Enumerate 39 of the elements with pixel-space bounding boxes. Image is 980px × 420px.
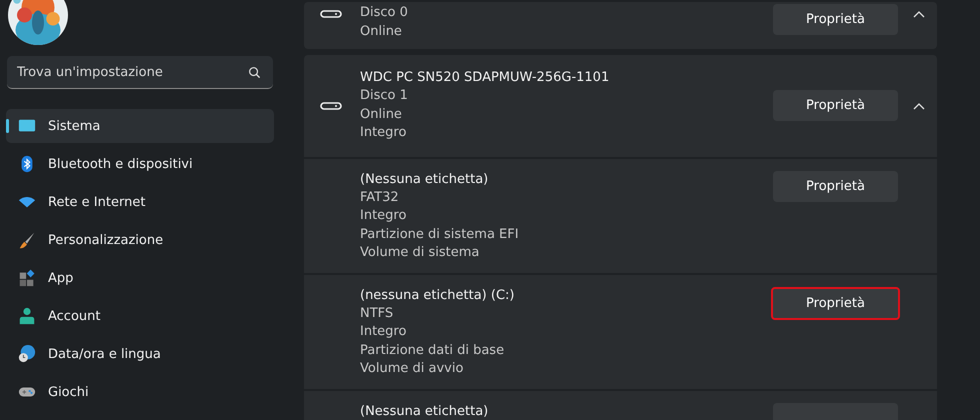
partition-info: Integro <box>360 207 408 225</box>
partition-title: (Nessuna etichetta) <box>360 402 490 420</box>
properties-button[interactable]: Proprietà <box>771 286 900 320</box>
partition-info: FAT32 <box>360 188 400 206</box>
sidebar-item[interactable]: Sistema <box>6 109 274 143</box>
partition-info: Volume di avvio <box>360 360 464 378</box>
disk-info: Online <box>360 22 403 40</box>
sidebar-item[interactable]: Personalizzazione <box>6 223 274 257</box>
sidebar-item[interactable]: Data/ora e lingua <box>6 337 274 371</box>
apps-icon <box>18 269 36 287</box>
drive-icon <box>320 100 342 111</box>
partition-info: Partizione dati di base <box>360 342 506 360</box>
sidebar-item[interactable]: Giochi <box>6 375 274 409</box>
sidebar-item[interactable]: Rete e Internet <box>6 185 274 219</box>
disk-title: WDC PC SN520 SDAPMUW-256G-1101 <box>360 69 610 87</box>
sidebar-item[interactable]: App <box>6 261 274 295</box>
chevron-icon[interactable] <box>913 10 925 18</box>
properties-button[interactable]: Proprietà <box>773 90 898 122</box>
person-icon <box>18 307 36 325</box>
partition-title: (Nessuna etichetta) <box>360 170 490 188</box>
search-field[interactable]: Trova un'impostazione <box>7 56 273 89</box>
partition-info: Partizione di sistema EFI <box>360 226 520 244</box>
sidebar-item[interactable]: Bluetooth e dispositivi <box>6 147 274 181</box>
partition-info: Integro <box>360 323 408 341</box>
partition-info: NTFS <box>360 304 394 322</box>
properties-button[interactable]: Proprietà <box>773 170 898 202</box>
disk-info: Integro <box>360 124 408 142</box>
globe-clock-icon <box>18 345 36 363</box>
search-icon <box>248 66 261 79</box>
sidebar-item[interactable]: Account <box>6 299 274 333</box>
disk-info: Disco 0 <box>360 4 409 22</box>
disk-info: Disco 1 <box>360 87 409 105</box>
chevron-icon[interactable] <box>913 102 925 110</box>
partition-info: Volume di sistema <box>360 244 480 262</box>
properties-button[interactable]: Proprietà <box>773 4 898 35</box>
partition-title: (nessuna etichetta) (C:) <box>360 286 516 304</box>
brush-icon <box>18 231 36 249</box>
drive-icon <box>320 9 342 19</box>
disk-info: Online <box>360 106 403 124</box>
